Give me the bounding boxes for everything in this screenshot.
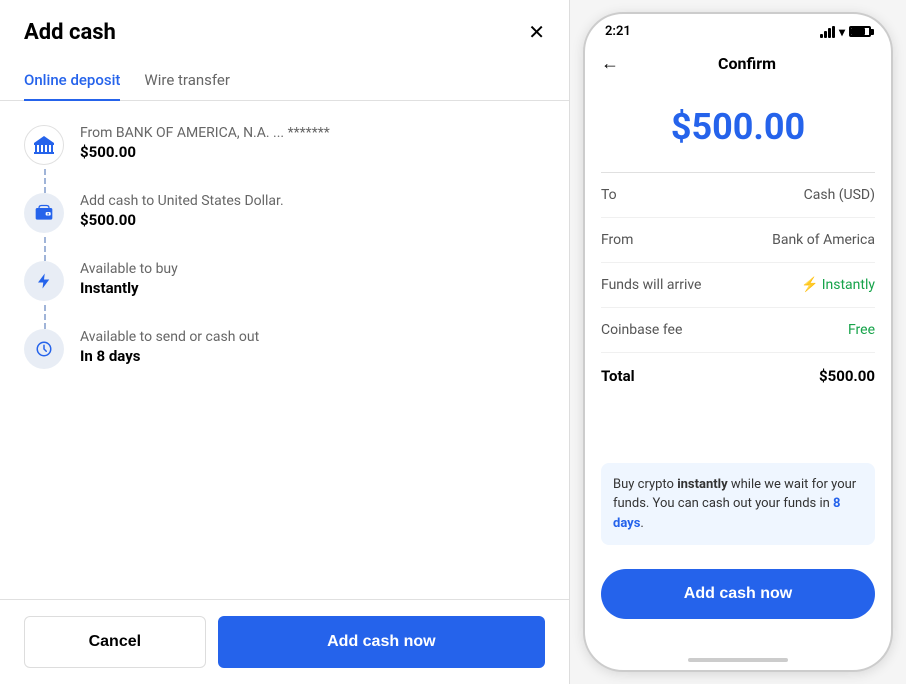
step-clock: Available to send or cash out In 8 days: [24, 329, 545, 369]
tab-wire-transfer[interactable]: Wire transfer: [144, 61, 230, 101]
bank-icon-container: [24, 125, 64, 165]
detail-from-value: Bank of America: [772, 232, 875, 248]
wifi-icon: ▾: [839, 25, 845, 39]
status-time: 2:21: [605, 24, 631, 39]
step-lightning: Available to buy Instantly: [24, 261, 545, 329]
modal-header: Add cash ✕: [0, 0, 569, 61]
detail-row-to: To Cash (USD): [601, 173, 875, 218]
lightning-small-icon: ⚡: [801, 277, 818, 293]
left-panel: Add cash ✕ Online deposit Wire transfer: [0, 0, 570, 684]
step-wallet-text: Add cash to United States Dollar. $500.0…: [80, 193, 284, 229]
detail-to-label: To: [601, 187, 617, 203]
bank-icon: [32, 133, 56, 157]
step-wallet: Add cash to United States Dollar. $500.0…: [24, 193, 545, 261]
detail-row-from: From Bank of America: [601, 218, 875, 263]
detail-fee-value: Free: [848, 322, 875, 338]
phone-footer: Add cash now: [585, 557, 891, 639]
step-clock-text: Available to send or cash out In 8 days: [80, 329, 259, 365]
modal-footer: Cancel Add cash now: [0, 599, 569, 684]
content-area: From BANK OF AMERICA, N.A. ... ******* $…: [0, 101, 569, 599]
close-button[interactable]: ✕: [528, 23, 545, 43]
detail-to-value: Cash (USD): [804, 187, 875, 203]
info-text: Buy crypto instantly while we wait for y…: [613, 477, 856, 531]
step-lightning-value: Instantly: [80, 279, 178, 297]
step-wallet-label: Add cash to United States Dollar.: [80, 193, 284, 209]
phone-add-cash-button[interactable]: Add cash now: [601, 569, 875, 619]
detail-total-value: $500.00: [819, 367, 875, 385]
tab-online-deposit[interactable]: Online deposit: [24, 61, 120, 101]
back-arrow-icon[interactable]: ←: [601, 53, 619, 74]
wallet-icon: [34, 203, 54, 223]
detail-total-label: Total: [601, 367, 635, 385]
detail-fee-label: Coinbase fee: [601, 322, 682, 338]
step-clock-label: Available to send or cash out: [80, 329, 259, 345]
step-bank-label: From BANK OF AMERICA, N.A. ... *******: [80, 125, 330, 141]
detail-from-label: From: [601, 232, 633, 248]
cancel-button[interactable]: Cancel: [24, 616, 206, 668]
phone-status-bar: 2:21 ▾: [585, 14, 891, 45]
status-icons: ▾: [820, 25, 871, 39]
amount-value: $500.00: [671, 106, 805, 148]
amount-display: $500.00: [585, 86, 891, 172]
detail-row-funds: Funds will arrive ⚡ Instantly: [601, 263, 875, 308]
step-clock-value: In 8 days: [80, 347, 259, 365]
step-bank-value: $500.00: [80, 143, 330, 161]
lightning-icon: [35, 272, 53, 290]
battery-icon: [849, 26, 871, 37]
signal-icon: [820, 26, 835, 38]
phone-frame: 2:21 ▾ ← Confirm $500.00: [583, 12, 893, 672]
lightning-icon-container: [24, 261, 64, 301]
clock-icon: [35, 340, 53, 358]
step-bank: From BANK OF AMERICA, N.A. ... ******* $…: [24, 125, 545, 193]
phone-nav: ← Confirm: [585, 45, 891, 86]
info-box: Buy crypto instantly while we wait for y…: [601, 463, 875, 546]
phone-nav-title: Confirm: [619, 54, 875, 73]
step-bank-text: From BANK OF AMERICA, N.A. ... ******* $…: [80, 125, 330, 161]
step-list: From BANK OF AMERICA, N.A. ... ******* $…: [24, 125, 545, 369]
modal-title: Add cash: [24, 20, 116, 45]
detail-funds-value: ⚡ Instantly: [801, 277, 875, 293]
home-indicator: [585, 639, 891, 670]
clock-icon-container: [24, 329, 64, 369]
wallet-icon-container: [24, 193, 64, 233]
home-bar: [688, 658, 788, 662]
detail-row-total: Total $500.00: [601, 353, 875, 399]
tabs-bar: Online deposit Wire transfer: [0, 61, 569, 101]
detail-row-fee: Coinbase fee Free: [601, 308, 875, 353]
step-lightning-text: Available to buy Instantly: [80, 261, 178, 297]
detail-funds-label: Funds will arrive: [601, 277, 701, 293]
details-list: To Cash (USD) From Bank of America Funds…: [585, 173, 891, 451]
right-panel: 2:21 ▾ ← Confirm $500.00: [570, 0, 906, 684]
add-cash-button[interactable]: Add cash now: [218, 616, 545, 668]
step-wallet-value: $500.00: [80, 211, 284, 229]
step-lightning-label: Available to buy: [80, 261, 178, 277]
